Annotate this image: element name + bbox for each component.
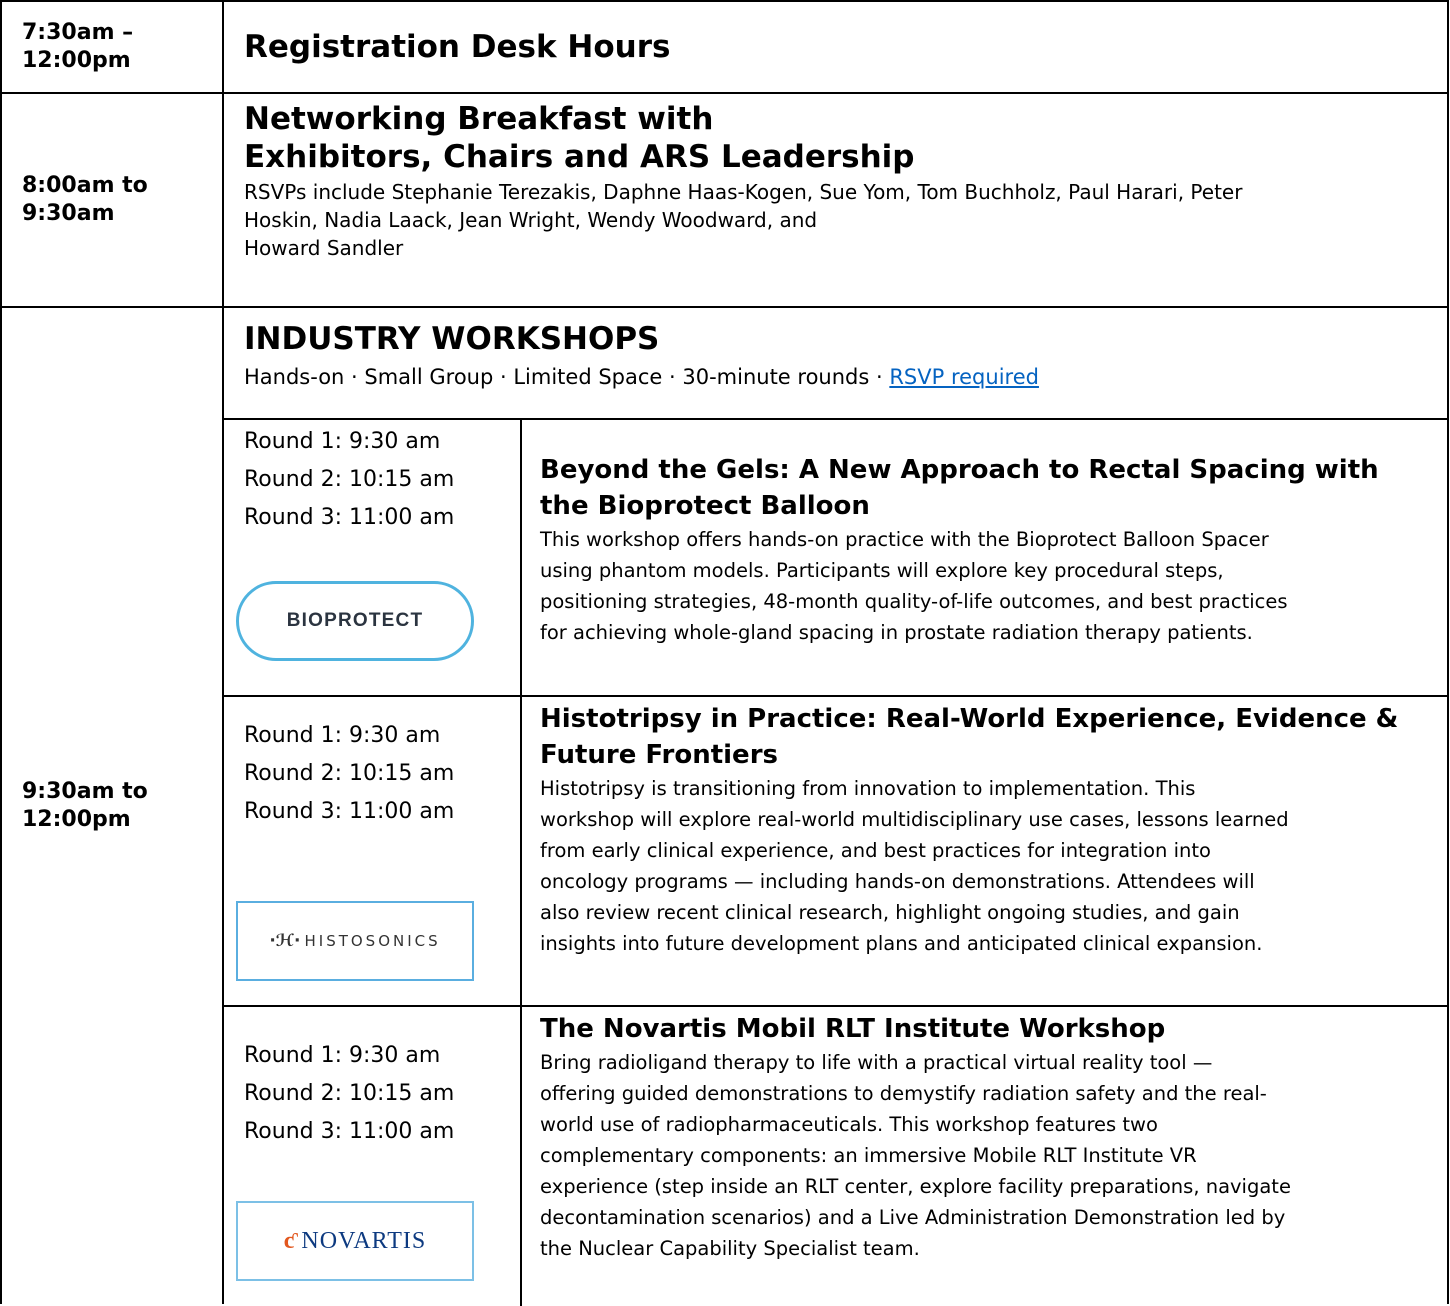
workshop-desc-line: positioning strategies, 48-month quality… — [540, 590, 1288, 613]
round-3: Round 3: 11:00 am — [244, 505, 455, 530]
workshop-details: Histotripsy in Practice: Real-World Expe… — [522, 697, 1447, 1005]
novartis-wordmark: NOVARTIS — [301, 1228, 427, 1254]
workshop-desc-line: Bring radioligand therapy to life with a… — [540, 1051, 1213, 1074]
workshop-desc-line: experience (step inside an RLT center, e… — [540, 1175, 1291, 1198]
workshops-tagline: Hands-on · Small Group · Limited Space ·… — [244, 360, 1447, 394]
workshops-title: INDUSTRY WORKSHOPS — [244, 321, 660, 357]
content-cell: Networking Breakfast with Exhibitors, Ch… — [224, 94, 1447, 306]
time-cell: 8:00am to 9:30am — [2, 94, 224, 306]
round-2: Round 2: 10:15 am — [244, 761, 455, 786]
workshop-desc-line: using phantom models. Participants will … — [540, 559, 1224, 582]
rounds-cell: Round 1: 9:30 am Round 2: 10:15 am Round… — [224, 697, 522, 1005]
rsvp-list-line-2: Hoskin, Nadia Laack, Jean Wright, Wendy … — [244, 208, 818, 232]
workshop-desc-line: Histotripsy is transitioning from innova… — [540, 777, 1196, 800]
round-3: Round 3: 11:00 am — [244, 799, 455, 824]
workshops-header: INDUSTRY WORKSHOPS Hands-on · Small Grou… — [244, 320, 1447, 394]
round-2: Round 2: 10:15 am — [244, 467, 455, 492]
workshop-desc-line: This workshop offers hands-on practice w… — [540, 528, 1269, 551]
workshop-bioprotect: Round 1: 9:30 am Round 2: 10:15 am Round… — [224, 418, 1447, 695]
workshop-histosonics: Round 1: 9:30 am Round 2: 10:15 am Round… — [224, 695, 1447, 1005]
row-industry-workshops: 9:30am to 12:00pm INDUSTRY WORKSHOPS Han… — [0, 306, 1449, 1306]
schedule-table: 7:30am – 12:00pm Registration Desk Hours… — [0, 0, 1449, 1306]
bioprotect-logo: BIOPROTECT — [236, 581, 474, 661]
registration-title: Registration Desk Hours — [244, 29, 671, 65]
content-cell: INDUSTRY WORKSHOPS Hands-on · Small Grou… — [224, 308, 1447, 1306]
rsvp-required-link[interactable]: RSVP required — [889, 365, 1039, 389]
rounds-cell: Round 1: 9:30 am Round 2: 10:15 am Round… — [224, 1007, 522, 1306]
workshop-desc-line: also review recent clinical research, hi… — [540, 901, 1240, 924]
rounds-cell: Round 1: 9:30 am Round 2: 10:15 am Round… — [224, 420, 522, 695]
workshop-title-line-1: The Novartis Mobil RLT Institute Worksho… — [540, 1014, 1166, 1044]
workshop-desc-line: offering guided demonstrations to demyst… — [540, 1082, 1267, 1105]
round-1: Round 1: 9:30 am — [244, 429, 441, 454]
rsvp-list-line-3: Howard Sandler — [244, 236, 404, 260]
histosonics-logo: ·ℋ· HISTOSONICS — [236, 901, 474, 981]
round-1: Round 1: 9:30 am — [244, 723, 441, 748]
workshop-desc-line: complementary components: an immersive M… — [540, 1144, 1197, 1167]
workshop-desc-line: oncology programs — including hands-on d… — [540, 870, 1255, 893]
breakfast-title-line-2: Exhibitors, Chairs and ARS Leadership — [244, 139, 915, 175]
breakfast-title-line-1: Networking Breakfast with — [244, 101, 714, 137]
row-networking-breakfast: 8:00am to 9:30am Networking Breakfast wi… — [0, 92, 1449, 306]
workshop-desc-line: the Nuclear Capability Specialist team. — [540, 1237, 920, 1260]
round-1: Round 1: 9:30 am — [244, 1043, 441, 1068]
workshop-desc-line: workshop will explore real-world multidi… — [540, 808, 1289, 831]
time-cell: 9:30am to 12:00pm — [2, 308, 224, 1304]
round-2: Round 2: 10:15 am — [244, 1081, 455, 1106]
round-3: Round 3: 11:00 am — [244, 1119, 455, 1144]
workshop-details: Beyond the Gels: A New Approach to Recta… — [522, 420, 1447, 695]
rsvp-list-line-1: RSVPs include Stephanie Terezakis, Daphn… — [244, 180, 1243, 204]
waveform-icon: ·ℋ· — [269, 931, 301, 951]
workshop-details: The Novartis Mobil RLT Institute Worksho… — [522, 1007, 1447, 1306]
flame-icon: ƈ — [283, 1228, 296, 1254]
content-cell: Registration Desk Hours — [224, 2, 1447, 92]
workshop-title-line-2: the Bioprotect Balloon — [540, 491, 870, 521]
tagline-text: Hands-on · Small Group · Limited Space ·… — [244, 365, 890, 389]
row-registration: 7:30am – 12:00pm Registration Desk Hours — [0, 0, 1449, 92]
workshop-title-line-1: Histotripsy in Practice: Real-World Expe… — [540, 704, 1399, 734]
workshop-desc-line: from early clinical experience, and best… — [540, 839, 1211, 862]
workshop-desc-line: world use of radiopharmaceuticals. This … — [540, 1113, 1158, 1136]
workshop-desc-line: insights into future development plans a… — [540, 932, 1263, 955]
time-cell: 7:30am – 12:00pm — [2, 2, 224, 92]
histosonics-wordmark: HISTOSONICS — [304, 932, 441, 950]
workshop-novartis: Round 1: 9:30 am Round 2: 10:15 am Round… — [224, 1005, 1447, 1306]
workshop-desc-line: for achieving whole-gland spacing in pro… — [540, 621, 1253, 644]
workshop-desc-line: decontamination scenarios) and a Live Ad… — [540, 1206, 1286, 1229]
workshop-title-line-2: Future Frontiers — [540, 740, 778, 770]
workshop-title-line-1: Beyond the Gels: A New Approach to Recta… — [540, 455, 1379, 485]
novartis-logo: ƈ NOVARTIS — [236, 1201, 474, 1281]
